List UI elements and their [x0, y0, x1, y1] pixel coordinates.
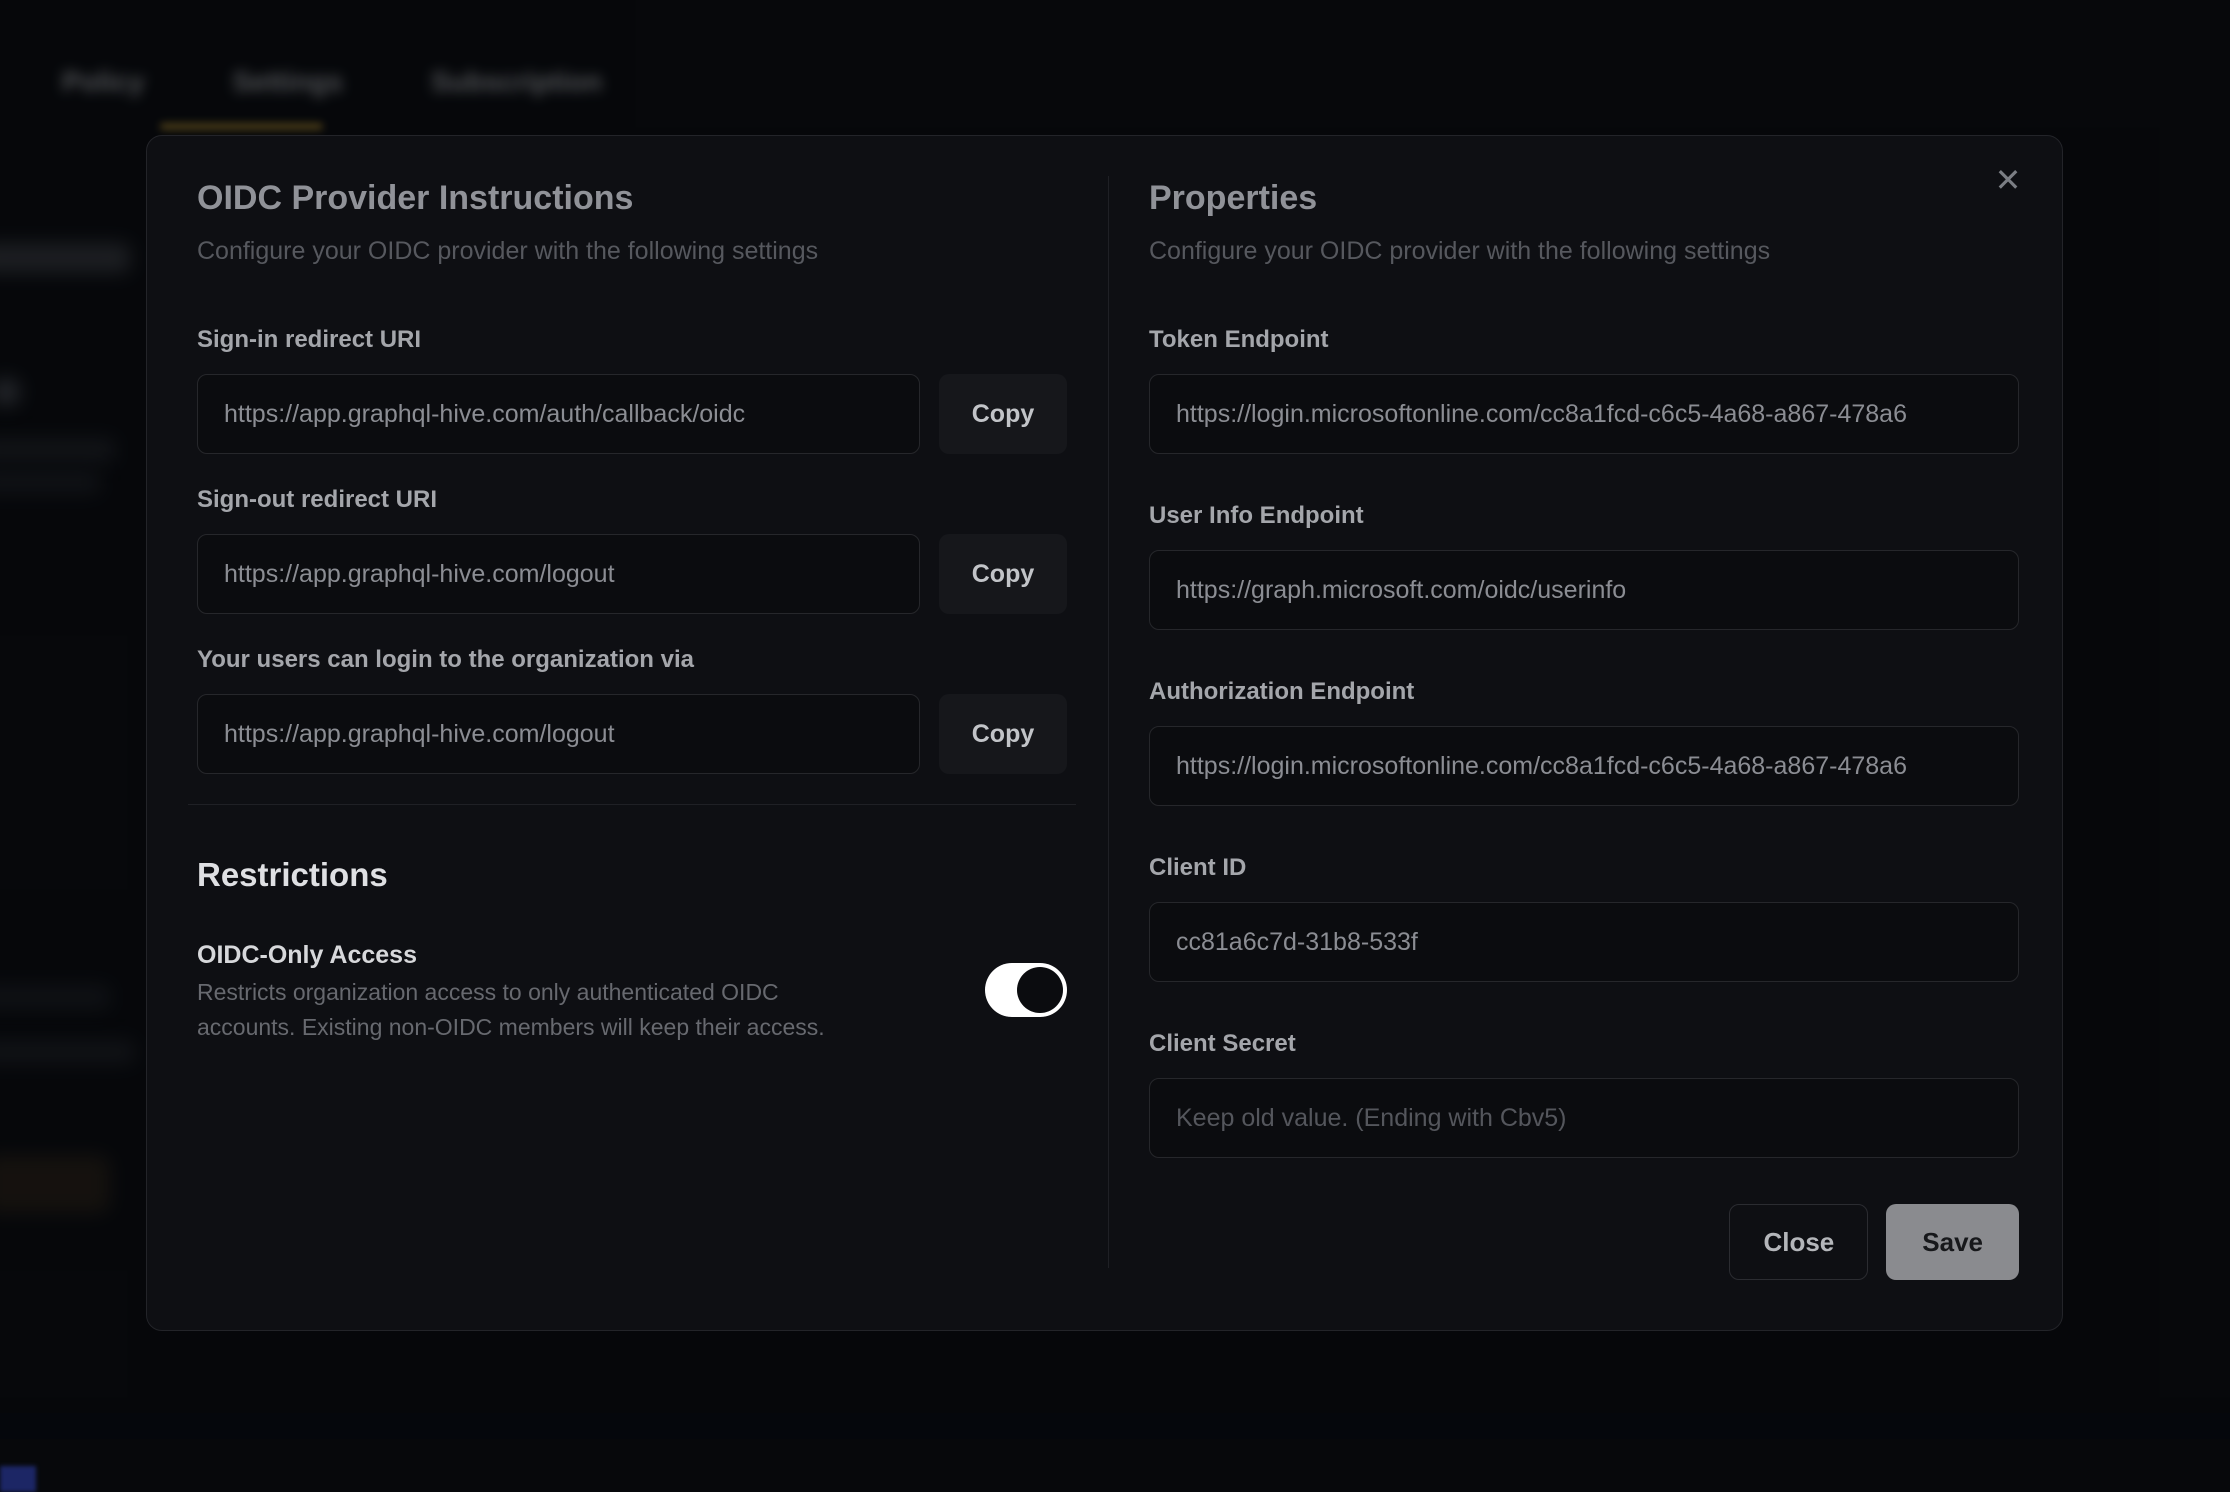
column-divider: [1108, 176, 1109, 1268]
user-info-endpoint-label: User Info Endpoint: [1149, 500, 2019, 532]
token-endpoint-input[interactable]: [1149, 374, 2019, 454]
user-info-endpoint-field: User Info Endpoint: [1149, 500, 2019, 630]
modal-footer: Close Save: [1149, 1204, 2019, 1280]
authorization-endpoint-input[interactable]: [1149, 726, 2019, 806]
oidc-only-access-title: OIDC-Only Access: [197, 938, 877, 972]
instructions-column: OIDC Provider Instructions Configure you…: [197, 176, 1067, 1045]
close-button[interactable]: Close: [1729, 1204, 1868, 1280]
instructions-subtitle: Configure your OIDC provider with the fo…: [197, 234, 1067, 268]
oidc-settings-modal: ✕ OIDC Provider Instructions Configure y…: [146, 135, 2063, 1331]
copy-button[interactable]: Copy: [939, 534, 1067, 614]
sign-out-redirect-label: Sign-out redirect URI: [197, 484, 1067, 516]
oidc-only-access-toggle[interactable]: [985, 963, 1067, 1017]
copy-button[interactable]: Copy: [939, 694, 1067, 774]
authorization-endpoint-label: Authorization Endpoint: [1149, 676, 2019, 708]
user-info-endpoint-input[interactable]: [1149, 550, 2019, 630]
login-via-field: Your users can login to the organization…: [197, 644, 1067, 774]
sign-in-redirect-field: Sign-in redirect URI Copy: [197, 324, 1067, 454]
sign-in-redirect-input[interactable]: [197, 374, 920, 454]
save-button[interactable]: Save: [1886, 1204, 2019, 1280]
section-divider: [188, 804, 1076, 805]
authorization-endpoint-field: Authorization Endpoint: [1149, 676, 2019, 806]
instructions-title: OIDC Provider Instructions: [197, 176, 1067, 220]
oidc-only-access-row: OIDC-Only Access Restricts organization …: [197, 938, 1067, 1045]
properties-subtitle: Configure your OIDC provider with the fo…: [1149, 234, 2019, 268]
client-id-input[interactable]: [1149, 902, 2019, 982]
restrictions-heading: Restrictions: [197, 853, 1067, 897]
login-via-label: Your users can login to the organization…: [197, 644, 1067, 676]
client-secret-input[interactable]: [1149, 1078, 2019, 1158]
sign-in-redirect-label: Sign-in redirect URI: [197, 324, 1067, 356]
client-secret-label: Client Secret: [1149, 1028, 2019, 1060]
login-via-input[interactable]: [197, 694, 920, 774]
client-id-field: Client ID: [1149, 852, 2019, 982]
sign-out-redirect-field: Sign-out redirect URI Copy: [197, 484, 1067, 614]
toggle-thumb: [1017, 967, 1063, 1013]
client-secret-field: Client Secret: [1149, 1028, 2019, 1158]
properties-title: Properties: [1149, 176, 2019, 220]
token-endpoint-field: Token Endpoint: [1149, 324, 2019, 454]
sign-out-redirect-input[interactable]: [197, 534, 920, 614]
oidc-only-access-description: Restricts organization access to only au…: [197, 975, 877, 1045]
copy-button[interactable]: Copy: [939, 374, 1067, 454]
token-endpoint-label: Token Endpoint: [1149, 324, 2019, 356]
client-id-label: Client ID: [1149, 852, 2019, 884]
properties-column: Properties Configure your OIDC provider …: [1149, 176, 2019, 1280]
